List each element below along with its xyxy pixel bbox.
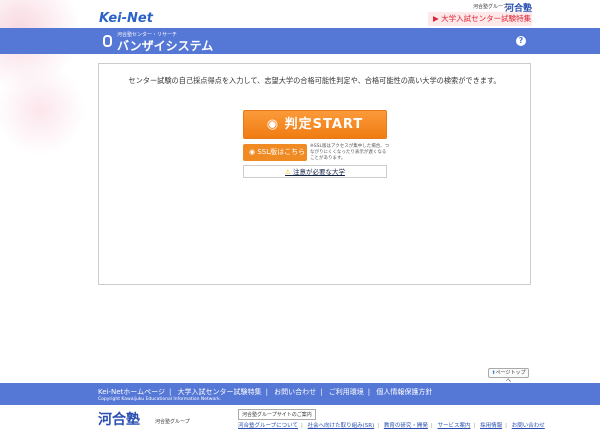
caution-link[interactable]: ⚠ 注意が必要な大学	[243, 165, 387, 178]
footer-link-environment[interactable]: ご利用環境	[329, 388, 364, 396]
footer: Kei-Netホームページ | 大学入試センター試験特集 | お問い合わせ | ご利用…	[0, 383, 600, 405]
kawaijuku-footer-logo[interactable]: 河合塾	[98, 409, 140, 429]
main-panel: センター試験の自己採点得点を入力して、志望大学の合格可能性判定や、合格可能性の高…	[98, 63, 531, 285]
warning-icon: ⚠	[285, 168, 293, 176]
system-title[interactable]: バンザイシステム	[117, 37, 213, 54]
intro-text: センター試験の自己採点得点を入力して、志望大学の合格可能性判定や、合格可能性の高…	[128, 76, 501, 85]
group-link[interactable]: お問い合わせ	[512, 423, 545, 429]
ssl-button[interactable]: ◉ SSL版はこちら	[243, 144, 307, 161]
group-link[interactable]: 社会へ向けた取り組み(SR)	[308, 423, 375, 429]
mouse-icon	[103, 35, 112, 47]
group-text: 河合塾グループ	[155, 419, 190, 425]
ssl-note: ※SSL版はアクセスが集中した場合、つながりにくくなったり表示が遅くなることがあ…	[310, 144, 390, 161]
page-top-label: ページトップへ	[495, 370, 526, 384]
ssl-label: SSL版はこちら	[257, 148, 306, 156]
footer-link-privacy[interactable]: 個人情報保護方針	[376, 388, 432, 396]
group-link[interactable]: 教育の研究・開発	[384, 423, 428, 429]
keinet-logo[interactable]: Kei-Net	[99, 11, 153, 26]
start-button[interactable]: ◉ 判定START	[243, 110, 387, 139]
start-label: 判定START	[284, 117, 364, 132]
caution-label: 注意が必要な大学	[292, 168, 345, 176]
system-header	[0, 28, 600, 54]
group-links: 河合塾グループについて | 社会へ向けた取り組み(SR) | 教育の研究・開発 | サ…	[238, 423, 545, 429]
group-link[interactable]: 採用情報	[480, 423, 502, 429]
footer-link-home[interactable]: Kei-Netホームページ	[98, 388, 165, 396]
footer-link-center[interactable]: 大学入試センター試験特集	[178, 388, 262, 396]
center-special-link[interactable]: ▶ 大学入試センター試験特集	[428, 12, 532, 26]
group-link[interactable]: サービス案内	[437, 423, 470, 429]
copyright: Copyright Kawaijuku Educational Informat…	[98, 397, 222, 402]
play-icon: ◉	[266, 117, 285, 132]
page-top-button[interactable]: ⬆ページトップへ	[488, 368, 529, 384]
cherry-blossom-decoration	[0, 0, 90, 160]
footer-link-contact[interactable]: お問い合わせ	[274, 388, 316, 396]
group-link[interactable]: 河合塾グループについて	[238, 423, 298, 429]
help-icon[interactable]: ?	[516, 36, 526, 46]
group-label: 河合塾グループ	[473, 4, 508, 10]
group-site-label: 河合塾グループサイトのご案内	[238, 409, 316, 420]
